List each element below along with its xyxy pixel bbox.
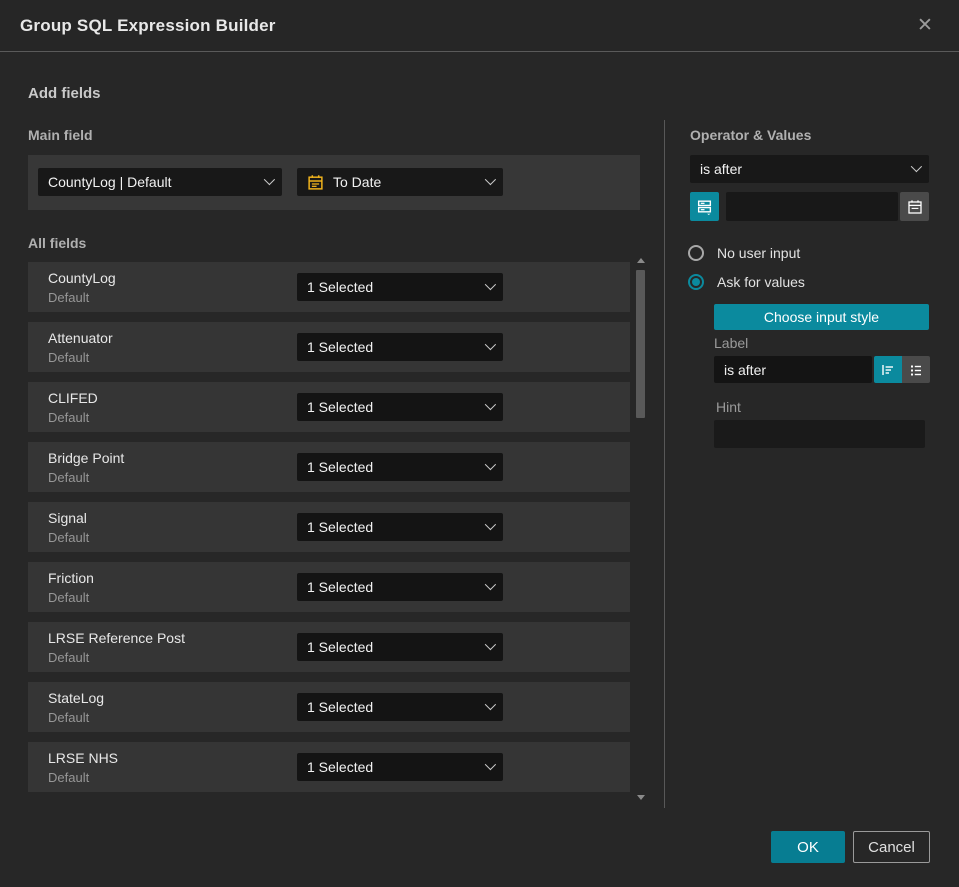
bullet-list-icon	[908, 362, 924, 378]
label-input[interactable]	[714, 356, 872, 383]
field-selected-dropdown[interactable]: 1 Selected	[297, 573, 503, 601]
field-list-item: StateLog Default 1 Selected	[28, 682, 630, 732]
field-list-item: LRSE NHS Default 1 Selected	[28, 742, 630, 792]
field-selected-dropdown[interactable]: 1 Selected	[297, 633, 503, 661]
chevron-down-icon	[484, 338, 497, 350]
main-field-select[interactable]: CountyLog | Default	[38, 168, 282, 196]
chevron-down-icon	[484, 698, 497, 710]
calendar-icon	[907, 199, 923, 215]
field-selected-dropdown[interactable]: 1 Selected	[297, 453, 503, 481]
chevron-down-icon	[484, 758, 497, 770]
radio-no-user-input[interactable]: No user input	[688, 245, 800, 261]
field-selected-value: 1 Selected	[307, 639, 374, 655]
operator-select-value: is after	[700, 161, 743, 177]
value-source-icon	[696, 198, 713, 215]
field-selected-value: 1 Selected	[307, 279, 374, 295]
scrollbar-thumb[interactable]	[636, 270, 645, 418]
field-selected-value: 1 Selected	[307, 519, 374, 535]
field-selected-value: 1 Selected	[307, 759, 374, 775]
main-field-date-select[interactable]: To Date	[297, 168, 503, 196]
label-field-label: Label	[714, 335, 749, 351]
chevron-down-icon	[910, 160, 923, 172]
field-list-item: Friction Default 1 Selected	[28, 562, 630, 612]
choose-input-style-button[interactable]: Choose input style	[714, 304, 929, 330]
panel-divider	[664, 120, 665, 808]
field-list-item: CountyLog Default 1 Selected	[28, 262, 630, 312]
field-selected-value: 1 Selected	[307, 699, 374, 715]
dialog-titlebar: Group SQL Expression Builder ✕	[0, 0, 959, 52]
calendar-icon	[307, 174, 324, 191]
field-list-item: Signal Default 1 Selected	[28, 502, 630, 552]
main-field-box: CountyLog | Default To Date	[28, 155, 640, 210]
field-selected-value: 1 Selected	[307, 579, 374, 595]
value-source-button[interactable]	[690, 192, 719, 221]
field-selected-value: 1 Selected	[307, 459, 374, 475]
scroll-up-icon[interactable]	[637, 258, 645, 263]
field-list-item: CLIFED Default 1 Selected	[28, 382, 630, 432]
chevron-down-icon	[484, 458, 497, 470]
radio-circle-icon	[688, 245, 704, 261]
group-sql-expression-builder-dialog: Group SQL Expression Builder ✕ Add field…	[0, 0, 959, 887]
field-selected-value: 1 Selected	[307, 339, 374, 355]
main-field-label: Main field	[28, 127, 93, 143]
dialog-title: Group SQL Expression Builder	[20, 15, 276, 35]
date-picker-button[interactable]	[900, 192, 929, 221]
field-selected-dropdown[interactable]: 1 Selected	[297, 393, 503, 421]
field-list-item: LRSE Reference Post Default 1 Selected	[28, 622, 630, 672]
fields-list-scrollbar	[634, 256, 648, 802]
hint-field-label: Hint	[716, 399, 741, 415]
scroll-down-icon[interactable]	[637, 795, 645, 800]
chevron-down-icon	[484, 278, 497, 290]
field-selected-dropdown[interactable]: 1 Selected	[297, 273, 503, 301]
value-input[interactable]	[726, 192, 898, 221]
all-fields-list: CountyLog Default 1 Selected Attenuator …	[28, 262, 630, 802]
chevron-down-icon	[484, 398, 497, 410]
cancel-button[interactable]: Cancel	[853, 831, 930, 863]
field-list-item: Attenuator Default 1 Selected	[28, 322, 630, 372]
chevron-down-icon	[263, 173, 276, 185]
add-fields-heading: Add fields	[28, 85, 101, 102]
main-field-select-value: CountyLog | Default	[48, 174, 172, 190]
field-selected-dropdown[interactable]: 1 Selected	[297, 333, 503, 361]
operator-values-label: Operator & Values	[690, 127, 812, 143]
list-style-button[interactable]	[902, 356, 930, 383]
radio-ask-for-values-label: Ask for values	[717, 274, 805, 290]
single-line-style-button[interactable]	[874, 356, 902, 383]
chevron-down-icon	[484, 173, 497, 185]
align-left-icon	[880, 362, 896, 378]
chevron-down-icon	[484, 638, 497, 650]
field-selected-dropdown[interactable]: 1 Selected	[297, 513, 503, 541]
radio-circle-checked-icon	[688, 274, 704, 290]
all-fields-label: All fields	[28, 235, 87, 251]
radio-ask-for-values[interactable]: Ask for values	[688, 274, 805, 290]
radio-no-user-input-label: No user input	[717, 245, 801, 261]
main-field-date-value: To Date	[333, 174, 382, 190]
hint-input[interactable]	[714, 420, 925, 448]
field-selected-dropdown[interactable]: 1 Selected	[297, 753, 503, 781]
ok-button[interactable]: OK	[771, 831, 845, 863]
close-icon[interactable]: ✕	[913, 14, 937, 38]
field-selected-value: 1 Selected	[307, 399, 374, 415]
chevron-down-icon	[484, 578, 497, 590]
chevron-down-icon	[484, 518, 497, 530]
field-list-item: Bridge Point Default 1 Selected	[28, 442, 630, 492]
field-selected-dropdown[interactable]: 1 Selected	[297, 693, 503, 721]
operator-select[interactable]: is after	[690, 155, 929, 183]
